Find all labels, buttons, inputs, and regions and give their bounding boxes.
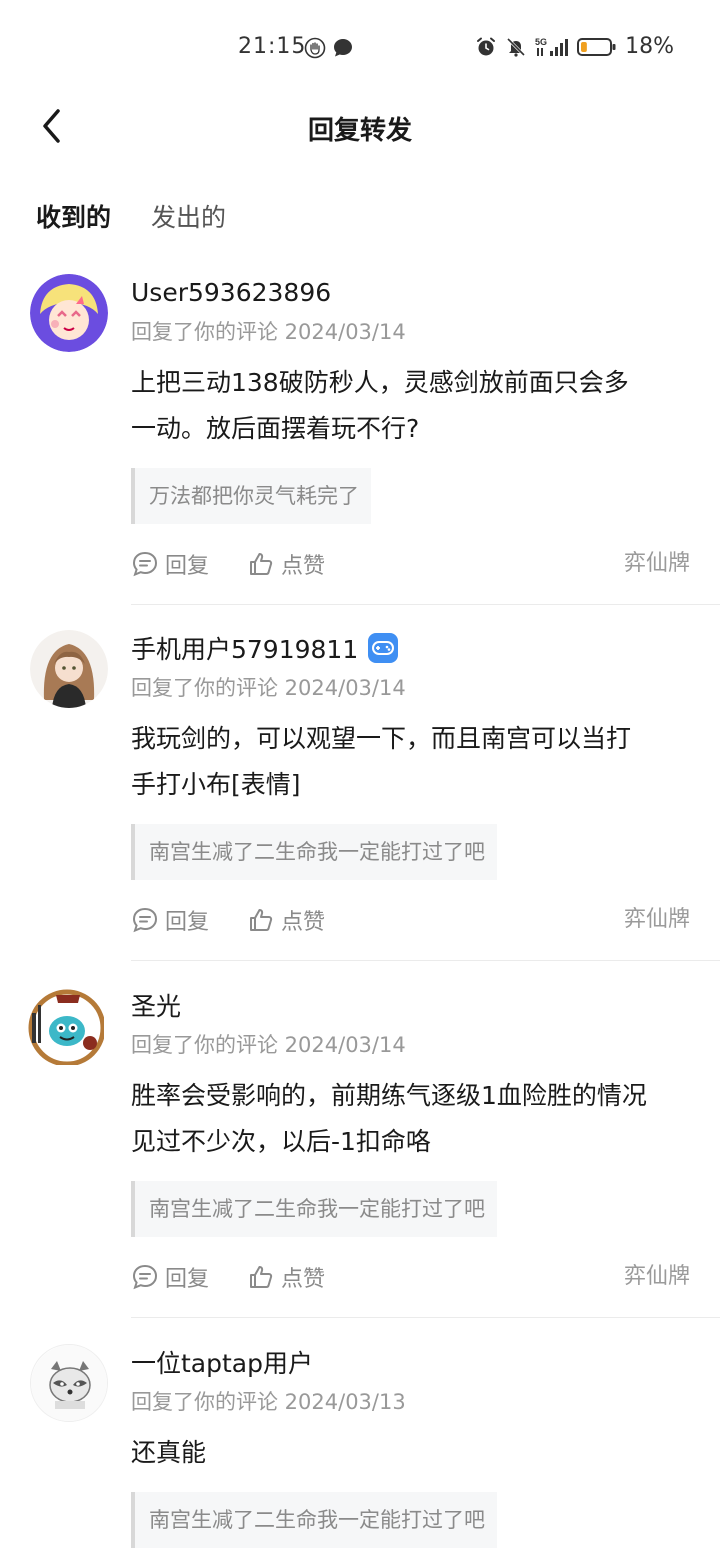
anime-girl-avatar-image [30, 630, 108, 708]
reply-meta: 回复了你的评论 2024/03/14 [131, 1033, 406, 1057]
reply-button-label: 回复 [165, 554, 210, 579]
anime-avatar-image [30, 274, 108, 352]
avatar[interactable] [26, 987, 104, 1065]
username[interactable]: User593623896 [131, 278, 331, 307]
reply-button[interactable]: 回复 [131, 904, 209, 936]
status-bar: 21:15 5G 18% [0, 0, 720, 96]
comment-icon [132, 907, 158, 933]
tab-sent[interactable]: 发出的 [151, 198, 226, 240]
like-button[interactable]: 点赞 [247, 1261, 325, 1293]
signal-5g-icon: 5G [535, 37, 569, 56]
username[interactable]: 一位taptap用户 [131, 1344, 313, 1380]
game-tag[interactable]: 弈仙牌 [624, 1237, 690, 1317]
like-button-label: 点赞 [281, 554, 326, 579]
like-button-label: 点赞 [281, 1267, 326, 1292]
quoted-comment[interactable]: 万法都把你灵气耗完了 [131, 468, 371, 524]
reply-button-label: 回复 [165, 910, 210, 935]
reply-text-line: 胜率会受影响的，前期练气逐级1血险胜的情况 [131, 1081, 647, 1110]
gamepad-badge-icon [368, 633, 399, 663]
header: 回复转发 [0, 96, 720, 156]
avatar[interactable] [30, 274, 108, 352]
reply-button[interactable]: 回复 [131, 1261, 209, 1293]
chat-bubble-icon [334, 39, 352, 57]
tab-bar: 收到的 发出的 [36, 198, 226, 240]
avatar[interactable] [30, 630, 108, 708]
like-button[interactable]: 点赞 [247, 904, 325, 936]
reply-text: 上把三动138破防秒人，灵感剑放前面只会多 一动。放后面摆着玩不行? [131, 360, 690, 452]
status-time: 21:15 [238, 34, 307, 59]
game-tag[interactable]: 弈仙牌 [624, 524, 690, 604]
reply-item[interactable]: User593623896 回复了你的评论 2024/03/14 上把三动138… [0, 270, 720, 605]
reply-text: 我玩剑的，可以观望一下，而且南宫可以当打 手打小布[表情] [131, 716, 690, 808]
reply-text: 还真能 [131, 1430, 690, 1476]
reply-button[interactable]: 回复 [131, 548, 209, 580]
avatar[interactable] [30, 1344, 108, 1422]
reply-text-line: 手打小布[表情] [131, 770, 301, 799]
reply-item[interactable]: 手机用户57919811 回复了你的评论 2024/03/14 我玩剑的，可以观… [0, 600, 720, 961]
reply-text-line: 一动。放后面摆着玩不行? [131, 414, 420, 443]
reply-meta: 回复了你的评论 2024/03/14 [131, 676, 406, 700]
alarm-icon [477, 37, 496, 55]
reply-button-label: 回复 [165, 1267, 210, 1292]
reply-text-line: 我玩剑的，可以观望一下，而且南宫可以当打 [131, 724, 632, 753]
reply-text-line: 还真能 [131, 1438, 207, 1467]
reply-text-line: 上把三动138破防秒人，灵感剑放前面只会多 [131, 368, 629, 397]
reply-text-line: 见过不少次，以后-1扣命咯 [131, 1127, 431, 1156]
reply-text: 胜率会受影响的，前期练气逐级1血险胜的情况 见过不少次，以后-1扣命咯 [131, 1073, 690, 1165]
like-button[interactable]: 点赞 [247, 548, 325, 580]
tab-received[interactable]: 收到的 [36, 198, 112, 240]
thumbs-up-icon [250, 553, 273, 575]
tab-sent-label: 发出的 [151, 203, 227, 232]
game-tag[interactable]: 弈仙牌 [624, 880, 690, 960]
game-logo-avatar-image [28, 989, 104, 1065]
thumbs-up-icon [250, 1266, 273, 1288]
quoted-comment[interactable]: 南宫生减了二生命我一定能打过了吧 [131, 1181, 497, 1237]
thumbs-up-icon [250, 909, 273, 931]
battery-icon [577, 37, 616, 56]
quoted-comment[interactable]: 南宫生减了二生命我一定能打过了吧 [131, 824, 497, 880]
like-button-label: 点赞 [281, 910, 326, 935]
raccoon-avatar-image [31, 1345, 107, 1421]
battery-percent: 18% [625, 34, 674, 59]
comment-icon [132, 1264, 158, 1290]
reply-list: User593623896 回复了你的评论 2024/03/14 上把三动138… [0, 270, 720, 1563]
mute-bell-icon [507, 37, 526, 57]
quoted-comment[interactable]: 南宫生减了二生命我一定能打过了吧 [131, 1492, 497, 1548]
reply-meta: 回复了你的评论 2024/03/14 [131, 320, 406, 344]
reply-meta: 回复了你的评论 2024/03/13 [131, 1390, 406, 1414]
hand-gesture-icon [304, 37, 326, 59]
reply-item[interactable]: 圣光 回复了你的评论 2024/03/14 胜率会受影响的，前期练气逐级1血险胜… [0, 957, 720, 1318]
page-title: 回复转发 [307, 116, 412, 146]
comment-icon [132, 551, 158, 577]
username[interactable]: 手机用户57919811 [131, 630, 358, 666]
username[interactable]: 圣光 [131, 987, 181, 1023]
tab-received-label: 收到的 [36, 203, 112, 232]
svg-text:5G: 5G [535, 37, 547, 47]
reply-item[interactable]: 一位taptap用户 回复了你的评论 2024/03/13 还真能 南宫生减了二… [0, 1314, 720, 1563]
